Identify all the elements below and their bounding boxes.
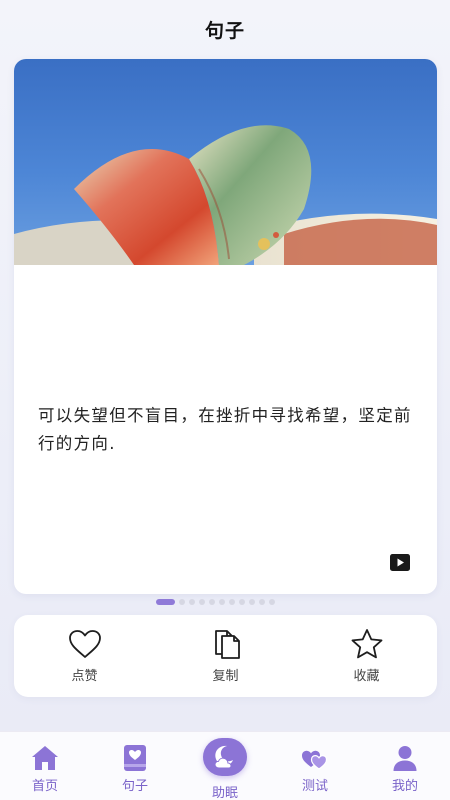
video-play-icon[interactable] bbox=[390, 554, 410, 571]
favorite-button[interactable]: 收藏 bbox=[322, 621, 412, 691]
pager-dot[interactable] bbox=[259, 599, 265, 605]
pager-dot[interactable] bbox=[239, 599, 245, 605]
tab-mine-label: 我的 bbox=[391, 779, 418, 794]
pager-dot[interactable] bbox=[249, 599, 255, 605]
top-bar: 句子 bbox=[0, 0, 450, 58]
bottom-tab-bar: 首页 句子 助眠 测试 我的 bbox=[0, 731, 450, 800]
tab-test[interactable]: 测试 bbox=[275, 732, 355, 800]
tab-sentences-label: 句子 bbox=[121, 779, 148, 794]
pager-dot[interactable] bbox=[209, 599, 215, 605]
copy-icon bbox=[214, 630, 240, 659]
user-icon bbox=[393, 746, 417, 771]
pager-dot[interactable] bbox=[179, 599, 185, 605]
book-heart-illustration bbox=[14, 125, 437, 265]
action-bar: 点赞 复制 收藏 bbox=[14, 615, 437, 697]
pager-dot[interactable] bbox=[219, 599, 225, 605]
moon-cloud-icon bbox=[214, 745, 233, 769]
sleep-button-circle bbox=[203, 738, 247, 776]
copy-label: 复制 bbox=[212, 669, 239, 684]
like-label: 点赞 bbox=[71, 669, 98, 684]
pager-dot[interactable] bbox=[189, 599, 195, 605]
tab-home[interactable]: 首页 bbox=[5, 732, 85, 800]
favorite-label: 收藏 bbox=[353, 669, 380, 684]
quote-card[interactable]: 可以失望但不盲目，在挫折中寻找希望，坚定前行的方向. bbox=[14, 59, 437, 594]
tab-home-label: 首页 bbox=[31, 779, 58, 794]
like-button[interactable]: 点赞 bbox=[40, 621, 130, 691]
tab-sleep-label: 助眠 bbox=[211, 786, 238, 800]
book-heart-icon bbox=[124, 745, 146, 771]
home-icon bbox=[32, 746, 58, 770]
tab-sleep[interactable]: 助眠 bbox=[185, 732, 265, 800]
hearts-icon bbox=[302, 750, 328, 770]
pager-dot[interactable] bbox=[229, 599, 235, 605]
pager-dot-active[interactable] bbox=[156, 599, 175, 605]
pager-dot[interactable] bbox=[269, 599, 275, 605]
pager-dot[interactable] bbox=[199, 599, 205, 605]
tab-sentences[interactable]: 句子 bbox=[95, 732, 175, 800]
pager-dots bbox=[156, 598, 275, 606]
copy-button[interactable]: 复制 bbox=[181, 621, 271, 691]
hero-image bbox=[14, 59, 437, 265]
star-outline-icon bbox=[351, 629, 382, 659]
tab-mine[interactable]: 我的 bbox=[365, 732, 445, 800]
heart-outline-icon bbox=[68, 630, 101, 658]
quote-text: 可以失望但不盲目，在挫折中寻找希望，坚定前行的方向. bbox=[38, 406, 412, 453]
tab-test-label: 测试 bbox=[301, 779, 328, 794]
page-title: 句子 bbox=[204, 19, 245, 42]
